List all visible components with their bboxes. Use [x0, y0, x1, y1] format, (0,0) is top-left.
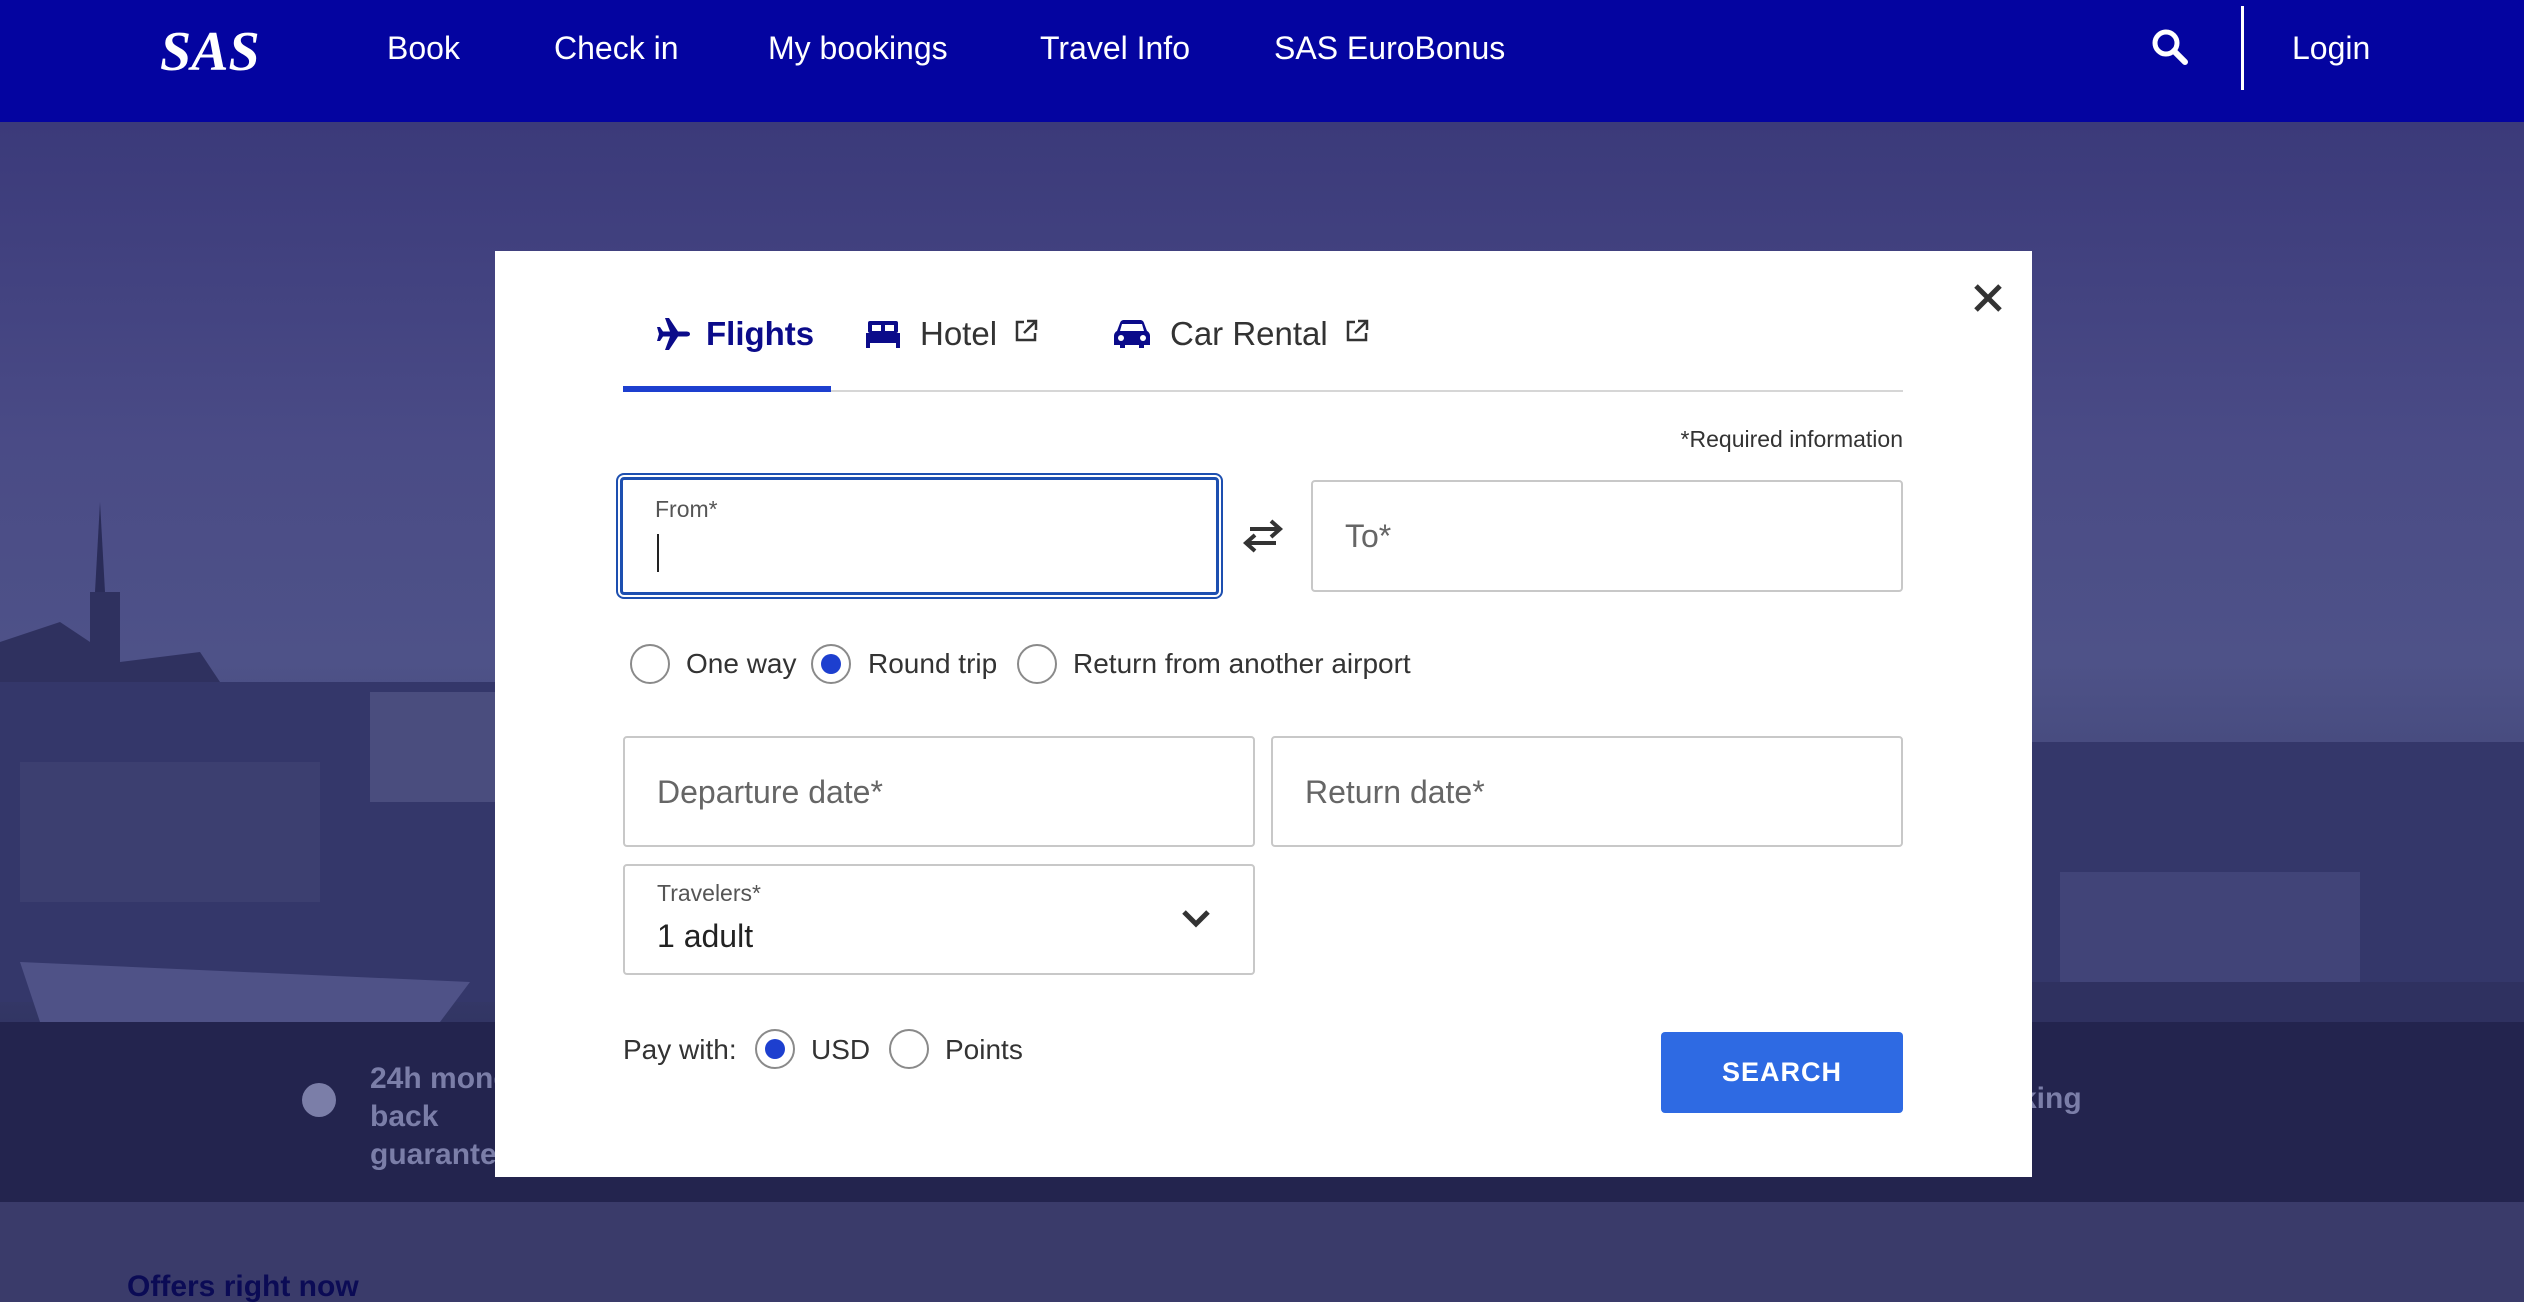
- usd-label[interactable]: USD: [811, 1034, 870, 1066]
- travelers-select[interactable]: Travelers* 1 adult: [623, 864, 1255, 975]
- sas-logo[interactable]: SAS: [158, 20, 292, 78]
- usd-radio[interactable]: [755, 1029, 795, 1069]
- login-link[interactable]: Login: [2292, 28, 2370, 68]
- to-field[interactable]: To*: [1311, 480, 1903, 592]
- tab-car-rental-label: Car Rental: [1170, 315, 1328, 352]
- search-icon[interactable]: [2150, 27, 2190, 67]
- nav-check-in[interactable]: Check in: [554, 28, 679, 68]
- plane-icon: [657, 318, 690, 350]
- return-date-placeholder: Return date*: [1305, 774, 1485, 810]
- nav-my-bookings[interactable]: My bookings: [768, 28, 948, 68]
- offers-title: Offers right now: [127, 1270, 359, 1302]
- swap-arrows-icon[interactable]: [1240, 518, 1286, 554]
- tab-flights[interactable]: Flights: [656, 306, 814, 362]
- points-radio[interactable]: [889, 1029, 929, 1069]
- nav-travel-info[interactable]: Travel Info: [1040, 28, 1190, 68]
- close-icon[interactable]: [1970, 280, 2006, 316]
- svg-text:SAS: SAS: [160, 21, 260, 78]
- one-way-radio[interactable]: [630, 644, 670, 684]
- tab-hotel[interactable]: Hotel: [866, 306, 1039, 362]
- active-tab-indicator: [623, 386, 831, 392]
- nav-book[interactable]: Book: [387, 28, 460, 68]
- travelers-label: Travelers*: [657, 880, 761, 906]
- return-date-field[interactable]: Return date*: [1271, 736, 1903, 847]
- points-label[interactable]: Points: [945, 1034, 1023, 1066]
- one-way-label[interactable]: One way: [686, 648, 797, 680]
- offers-band: [0, 1202, 2524, 1302]
- return-another-airport-radio[interactable]: [1017, 644, 1057, 684]
- pay-with-label: Pay with:: [623, 1034, 737, 1065]
- tab-car-rental[interactable]: Car Rental: [1114, 306, 1370, 362]
- tab-flights-label: Flights: [706, 315, 815, 352]
- header-divider: [2241, 6, 2244, 90]
- text-cursor: [657, 534, 659, 572]
- from-label: From*: [655, 496, 718, 522]
- search-button[interactable]: SEARCH: [1661, 1032, 1903, 1113]
- return-another-airport-label[interactable]: Return from another airport: [1073, 648, 1411, 680]
- required-note: *Required information: [1680, 426, 1903, 452]
- round-trip-label[interactable]: Round trip: [868, 648, 997, 680]
- round-trip-radio[interactable]: [811, 644, 851, 684]
- nav-eurobonus[interactable]: SAS EuroBonus: [1274, 28, 1505, 68]
- site-header: SAS Book Check in My bookings Travel Inf…: [0, 0, 2524, 122]
- departure-date-field[interactable]: Departure date*: [623, 736, 1255, 847]
- clock-icon: [302, 1083, 336, 1117]
- external-link-icon: [1346, 319, 1368, 342]
- departure-date-placeholder: Departure date*: [657, 774, 883, 810]
- travelers-value: 1 adult: [657, 918, 754, 954]
- to-placeholder: To*: [1345, 518, 1392, 554]
- tab-hotel-label: Hotel: [920, 315, 998, 352]
- external-link-icon: [1015, 319, 1038, 342]
- chevron-down-icon[interactable]: [1180, 907, 1212, 929]
- from-field[interactable]: From*: [620, 477, 1219, 595]
- bed-icon: [866, 321, 900, 348]
- car-icon: [1114, 320, 1150, 348]
